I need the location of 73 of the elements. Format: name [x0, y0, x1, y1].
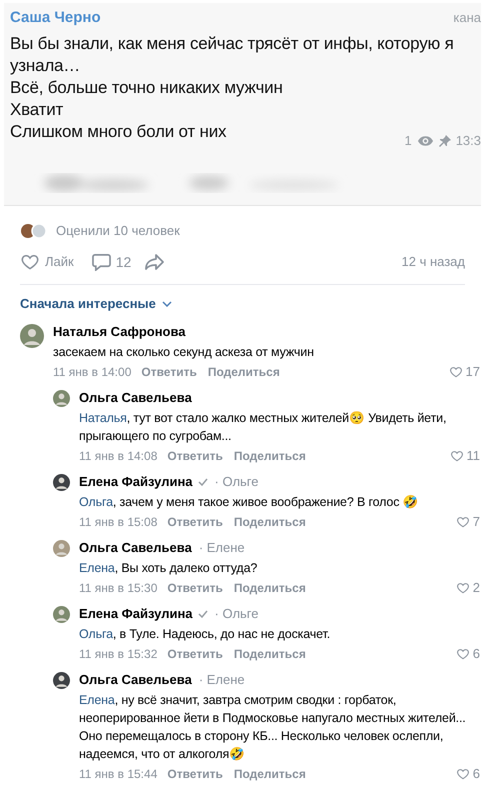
- like-count-button[interactable]: 17: [448, 362, 480, 382]
- comment-text: Ольга, в Туле. Надеюсь, до нас не доскачет.: [79, 626, 332, 642]
- comment-text: Наталья, тут вот стало жалко местных жителей🥺 Увидеть йети, прыгающего по сугробам...: [79, 410, 448, 444]
- mention-link[interactable]: Ольга: [79, 494, 113, 508]
- reaction-avatars[interactable]: [20, 223, 48, 239]
- comment-date[interactable]: 11 янв в 14:08: [79, 446, 158, 464]
- heart-icon: [20, 252, 40, 272]
- avatar[interactable]: [53, 672, 70, 688]
- comment-text: Елена, Вы хоть далеко оттуда?: [79, 560, 258, 576]
- like-count-button[interactable]: 6: [456, 764, 480, 784]
- comment-author[interactable]: Елена Файзулина: [79, 472, 193, 492]
- comment-author[interactable]: Наталья Сафронова: [53, 322, 186, 342]
- share-button[interactable]: Поделиться: [234, 512, 306, 530]
- like-count-button[interactable]: 2: [456, 578, 480, 598]
- chevron-down-icon: [162, 300, 172, 307]
- pin-icon: [438, 134, 451, 147]
- share-button[interactable]: Поделиться: [234, 764, 306, 782]
- message-time: 13:3: [456, 132, 481, 150]
- channel-label: кана: [453, 9, 481, 27]
- heart-icon: [456, 514, 470, 528]
- avatar[interactable]: [53, 474, 70, 490]
- reply-button[interactable]: Ответить: [141, 362, 197, 380]
- like-count-button[interactable]: 7: [456, 512, 480, 532]
- comment-date[interactable]: 11 янв в 15:44: [79, 764, 158, 782]
- reply-button[interactable]: Ответить: [167, 644, 223, 662]
- share-button[interactable]: Поделиться: [234, 644, 306, 662]
- heart-icon: [456, 766, 470, 780]
- comment-author[interactable]: Елена Файзулина: [79, 604, 193, 624]
- like-count-button[interactable]: 6: [456, 644, 480, 664]
- reply-button[interactable]: Ответить: [167, 764, 223, 782]
- mention-link[interactable]: Елена: [79, 692, 115, 706]
- reply-to[interactable]: · Ольге: [214, 472, 258, 492]
- reply-button[interactable]: Ответить: [167, 578, 223, 596]
- comment-date[interactable]: 11 янв в 14:00: [53, 362, 132, 380]
- heart-icon: [448, 364, 463, 378]
- comment-date[interactable]: 11 янв в 15:30: [79, 578, 158, 596]
- message-text: Слишком много боли от них: [10, 122, 226, 140]
- comment-text: Елена, ну всё значит, завтра смотрим сводки : горбаток, неоперированное йети в Подмосковье напугало местных жителей... Оно перемещалось в сторону КБ... Несколько человек ослепли, надеемся, что от алкоголя🤣: [79, 692, 467, 762]
- mention-link[interactable]: Ольга: [79, 626, 113, 640]
- reply-button[interactable]: Ответить: [167, 446, 223, 464]
- comment-author[interactable]: Ольга Савельева: [79, 388, 192, 408]
- view-count: 1: [404, 132, 412, 150]
- mention-link[interactable]: Елена: [79, 560, 115, 574]
- message-text: Вы бы знали, как меня сейчас трясёт от инфы, которую я узнала…: [10, 34, 454, 74]
- comment-text: засекаем на сколько секунд аскеза от мужчин: [53, 344, 315, 360]
- like-count-button[interactable]: 11: [450, 446, 480, 466]
- reply-to[interactable]: · Елене: [198, 538, 245, 558]
- message-text: Всё, больше точно никаких мужчин: [10, 78, 283, 96]
- reactions-count[interactable]: Оценили 10 человек: [56, 221, 180, 241]
- eye-icon: [416, 134, 434, 147]
- post-age: 12 ч назад: [402, 253, 465, 272]
- message-text: Хватит: [10, 100, 64, 118]
- share-button[interactable]: Поделиться: [234, 578, 306, 596]
- comment-date[interactable]: 11 янв в 15:32: [79, 644, 158, 662]
- comment-author[interactable]: Ольга Савельева: [79, 538, 192, 558]
- heart-icon: [456, 646, 470, 660]
- comments-button[interactable]: 12: [92, 252, 132, 272]
- reply-button[interactable]: Ответить: [167, 512, 223, 530]
- sender-name[interactable]: Саша Черно: [10, 7, 101, 30]
- like-button[interactable]: Лайк: [20, 252, 74, 272]
- share-button[interactable]: Поделиться: [208, 362, 280, 380]
- comment-date[interactable]: 11 янв в 15:08: [79, 512, 158, 530]
- comment-author[interactable]: Ольга Савельева: [79, 670, 192, 690]
- comment-icon: [92, 253, 111, 271]
- sort-dropdown[interactable]: Сначала интересные: [20, 294, 172, 314]
- mention-link[interactable]: Наталья: [79, 410, 127, 424]
- heart-icon: [456, 580, 470, 594]
- share-icon[interactable]: [145, 253, 166, 271]
- reply-to[interactable]: · Елене: [198, 670, 245, 690]
- heart-icon: [450, 448, 464, 462]
- reply-to[interactable]: · Ольге: [214, 604, 258, 624]
- comment-text: Ольга, зачем у меня такое живое воображение? В голос 🤣: [79, 494, 420, 510]
- share-button[interactable]: Поделиться: [234, 446, 306, 464]
